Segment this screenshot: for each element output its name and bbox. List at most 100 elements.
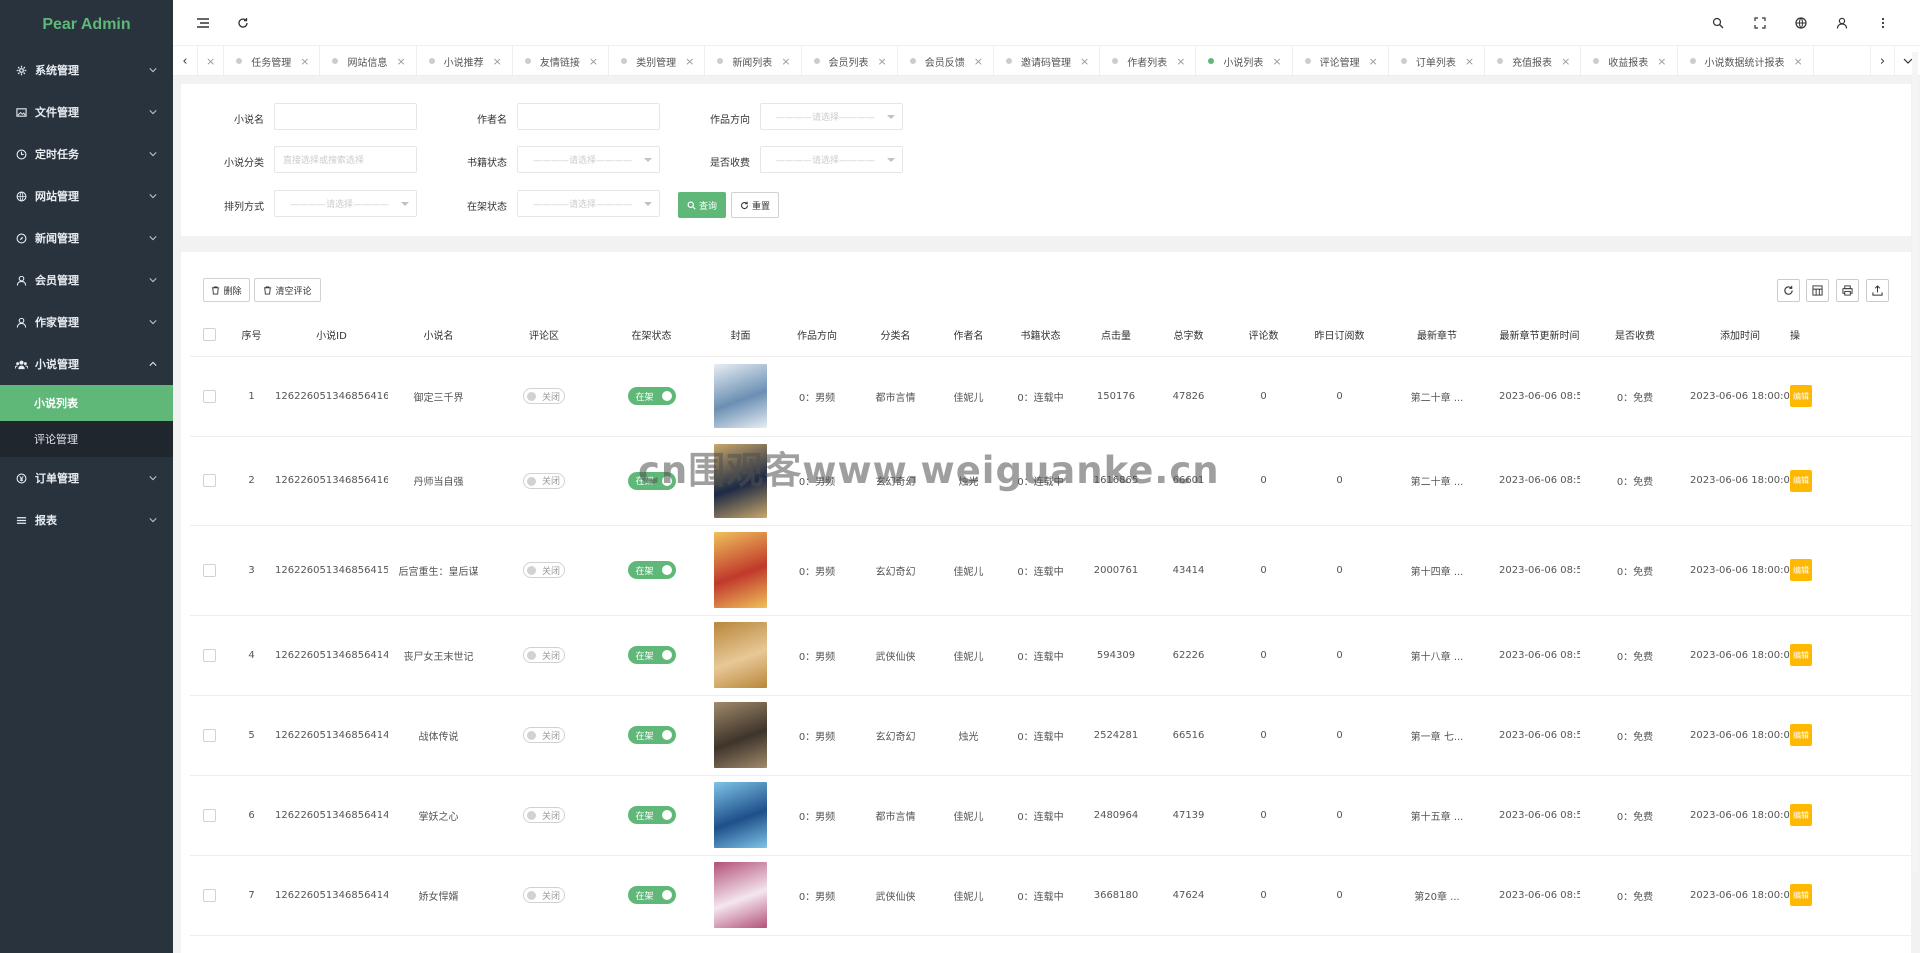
book-cover-image[interactable] xyxy=(714,702,767,768)
tab-12[interactable]: 订单列表 × xyxy=(1389,46,1486,76)
shelf-toggle[interactable]: 在架 xyxy=(627,886,676,904)
sidebar-item-3[interactable]: 网站管理 xyxy=(0,175,173,217)
column-header[interactable]: 操 xyxy=(1790,313,1911,357)
column-header[interactable]: 作者名 xyxy=(934,313,1003,357)
search-icon[interactable] xyxy=(1708,13,1728,33)
book-cover-image[interactable] xyxy=(714,532,767,608)
tab-1[interactable]: 网站信息 × xyxy=(320,46,417,76)
comment-toggle[interactable]: 关闭 xyxy=(523,727,565,743)
close-icon[interactable]: × xyxy=(1176,55,1185,68)
close-icon[interactable]: × xyxy=(685,55,694,68)
column-header[interactable]: 评论数 xyxy=(1223,313,1304,357)
column-header[interactable]: 书籍状态 xyxy=(1003,313,1078,357)
category-select[interactable]: 直接选择或搜索选择 xyxy=(274,146,417,173)
charge-select[interactable]: ————请选择———— xyxy=(760,146,903,173)
table-refresh-icon[interactable] xyxy=(1777,279,1800,302)
tab-6[interactable]: 会员列表 × xyxy=(802,46,898,76)
column-header[interactable]: 作品方向 xyxy=(777,313,857,357)
tab-4[interactable]: 类别管理 × xyxy=(609,46,706,76)
column-header[interactable]: 小说ID xyxy=(275,313,388,357)
row-checkbox[interactable] xyxy=(202,389,216,403)
table-row[interactable]: 7 1262260513468564142 娇女悍婿 关闭 在架 0：男频 武侠仙侠 佳妮儿 0… xyxy=(190,855,1911,936)
column-header[interactable]: 分类名 xyxy=(857,313,934,357)
sidebar-item-5[interactable]: 会员管理 xyxy=(0,259,173,301)
column-header[interactable]: 点击量 xyxy=(1078,313,1154,357)
reset-button[interactable]: 重置 xyxy=(731,192,779,218)
tab-prev-icon[interactable]: ‹ xyxy=(173,46,198,76)
row-checkbox[interactable] xyxy=(202,888,216,902)
clear-comments-button[interactable]: 清空评论 xyxy=(254,278,321,302)
close-icon[interactable]: × xyxy=(396,55,405,68)
column-header[interactable]: 总字数 xyxy=(1154,313,1223,357)
close-icon[interactable]: × xyxy=(781,55,790,68)
fullscreen-icon[interactable] xyxy=(1750,13,1770,33)
globe-icon[interactable] xyxy=(1791,13,1811,33)
close-icon[interactable]: × xyxy=(1657,55,1666,68)
table-row[interactable]: 4 1262260513468564148 丧尸女王末世记 关闭 在架 0：男频 武侠仙侠佳… xyxy=(190,615,1911,696)
column-header[interactable]: 昨日订阅数 xyxy=(1304,313,1375,357)
sidebar-subitem-0[interactable]: 小说列表 xyxy=(0,385,173,421)
sidebar-item-7[interactable]: 小说管理 xyxy=(0,343,173,385)
close-icon[interactable]: × xyxy=(589,55,598,68)
edit-button[interactable]: 编辑 xyxy=(1790,469,1812,492)
sidebar-item-6[interactable]: 作家管理 xyxy=(0,301,173,343)
close-icon[interactable]: × xyxy=(206,55,215,68)
shelf-toggle[interactable]: 在架 xyxy=(627,806,676,824)
tab-0[interactable]: 任务管理 × xyxy=(224,46,321,76)
book-cover-image[interactable] xyxy=(714,862,767,928)
shelf-toggle[interactable]: 在架 xyxy=(627,387,676,405)
comment-toggle[interactable]: 关闭 xyxy=(523,388,565,404)
tab-14[interactable]: 收益报表 × xyxy=(1581,46,1678,76)
shelf-toggle[interactable]: 在架 xyxy=(627,726,676,744)
query-button[interactable]: 查询 xyxy=(678,192,726,218)
table-row[interactable]: 6 1262260513468564145 掌妖之心 关闭 在架 0：男频 都市言情 佳妮儿 0… xyxy=(190,775,1911,856)
shelf-toggle[interactable]: 在架 xyxy=(627,646,676,664)
edit-button[interactable]: 编辑 xyxy=(1790,884,1812,906)
close-icon[interactable]: × xyxy=(1561,55,1570,68)
book-cover-image[interactable] xyxy=(714,443,767,518)
tab-5[interactable]: 新闻列表 × xyxy=(705,46,802,76)
close-icon[interactable]: × xyxy=(1794,55,1803,68)
column-header[interactable]: 最新章节 xyxy=(1375,313,1499,357)
table-row[interactable]: 5 1262260513468564146 战体传说 关闭 在架 0：男频 玄幻奇幻 烛光 0：… xyxy=(190,695,1911,776)
comment-toggle[interactable]: 关闭 xyxy=(523,472,565,489)
table-row[interactable]: 1 1262260513468564163 御定三千界 关闭 在架 0：男频 都市言情 佳妮儿… xyxy=(190,356,1911,437)
sidebar-item-9[interactable]: 报表 xyxy=(0,499,173,541)
tab-3[interactable]: 友情链接 × xyxy=(513,46,610,76)
close-icon[interactable]: × xyxy=(300,55,309,68)
columns-icon[interactable] xyxy=(1806,279,1829,302)
column-header[interactable]: 评论区 xyxy=(489,313,599,357)
tab-8[interactable]: 邀请码管理 × xyxy=(994,46,1101,76)
table-row[interactable]: 3 1262260513468564153 后宫重生：皇后谋 关闭 在架 0：男频 玄幻奇幻… xyxy=(190,525,1911,616)
refresh-icon[interactable] xyxy=(233,13,253,33)
sort-select[interactable]: ————请选择———— xyxy=(274,190,417,217)
book-status-select[interactable]: ————请选择———— xyxy=(517,146,660,173)
row-checkbox[interactable] xyxy=(202,563,216,577)
column-header[interactable]: 在架状态 xyxy=(599,313,704,357)
row-checkbox[interactable] xyxy=(202,728,216,742)
shelf-toggle[interactable]: 在架 xyxy=(627,471,676,490)
tab-2[interactable]: 小说推荐 × xyxy=(417,46,513,76)
tab-11[interactable]: 评论管理 × xyxy=(1293,46,1389,76)
close-icon[interactable]: × xyxy=(878,55,887,68)
comment-toggle[interactable]: 关闭 xyxy=(523,807,565,823)
edit-button[interactable]: 编辑 xyxy=(1790,385,1812,407)
page-scrollbar[interactable] xyxy=(1912,52,1918,872)
table-row[interactable]: 2 1262260513468564162 丹师当自强 关闭 在架 0：男频 玄幻奇幻 烛光 0… xyxy=(190,436,1911,526)
tab-10[interactable]: 小说列表 × xyxy=(1196,46,1293,76)
menu-toggle-icon[interactable] xyxy=(193,13,213,33)
column-header[interactable]: 小说名 xyxy=(388,313,489,357)
tab-13[interactable]: 充值报表 × xyxy=(1485,46,1582,76)
author-input[interactable] xyxy=(517,103,660,130)
sidebar-item-2[interactable]: 定时任务 xyxy=(0,133,173,175)
column-header[interactable]: 添加时间 xyxy=(1690,313,1790,357)
close-icon[interactable]: × xyxy=(974,55,983,68)
print-icon[interactable] xyxy=(1836,279,1859,302)
tab-home-close[interactable]: × xyxy=(198,46,225,76)
edit-button[interactable]: 编辑 xyxy=(1790,559,1812,581)
column-header[interactable]: 是否收费 xyxy=(1580,313,1690,357)
book-cover-image[interactable] xyxy=(714,782,767,848)
row-checkbox[interactable] xyxy=(202,474,216,487)
close-icon[interactable]: × xyxy=(1369,55,1378,68)
edit-button[interactable]: 编辑 xyxy=(1790,644,1812,666)
